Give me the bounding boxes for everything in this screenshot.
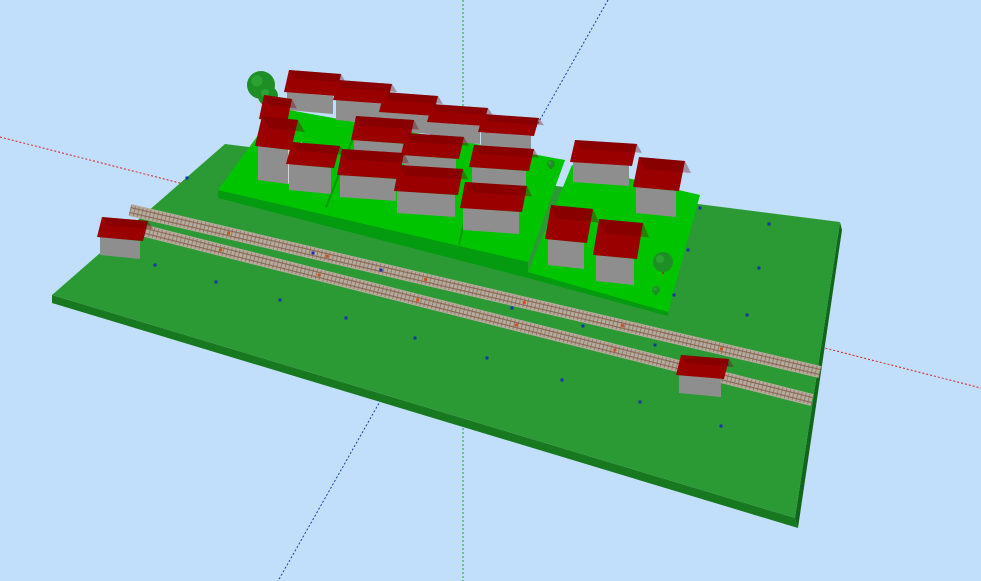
scene-canvas[interactable] — [0, 0, 981, 581]
tree-crown — [652, 286, 660, 294]
placement-marker — [153, 263, 157, 267]
tree-highlight — [251, 75, 263, 87]
track-signal — [514, 323, 518, 327]
track-signal — [613, 348, 617, 352]
placement-marker — [581, 324, 585, 328]
track-signal — [621, 324, 625, 328]
placement-marker — [719, 424, 723, 428]
house-wall — [548, 239, 584, 269]
placement-marker — [278, 298, 282, 302]
placement-marker — [757, 266, 761, 270]
track-signal — [317, 273, 321, 277]
placement-marker — [185, 176, 189, 180]
track-signal — [416, 298, 420, 302]
track-signal — [719, 347, 723, 351]
placement-marker — [344, 316, 348, 320]
placement-marker — [653, 343, 657, 347]
house-wall — [463, 208, 519, 234]
house-wall — [397, 191, 455, 217]
tree-crown — [653, 252, 673, 272]
track-signal — [227, 231, 231, 235]
placement-marker — [560, 378, 564, 382]
placement-marker — [698, 206, 702, 210]
placement-marker — [379, 268, 383, 272]
placement-marker — [413, 336, 417, 340]
placement-marker — [510, 306, 514, 310]
house-wall — [340, 175, 396, 201]
3d-model-viewport[interactable] — [0, 0, 981, 581]
track-signal — [325, 254, 329, 258]
placement-marker — [485, 356, 489, 360]
house-wall — [636, 187, 676, 217]
house-wall — [258, 146, 288, 184]
placement-marker — [767, 222, 771, 226]
track-signal — [219, 248, 223, 252]
placement-marker — [311, 251, 315, 255]
tree-crown — [547, 160, 555, 168]
tree-highlight — [548, 161, 552, 165]
house-wall — [289, 164, 331, 194]
tree-highlight — [653, 287, 657, 291]
placement-marker — [214, 280, 218, 284]
placement-marker — [638, 400, 642, 404]
track-signal — [424, 277, 428, 281]
house-wall — [573, 162, 629, 186]
placement-marker — [672, 293, 676, 297]
placement-marker — [745, 313, 749, 317]
track-signal — [522, 301, 526, 305]
house-wall — [596, 255, 634, 285]
placement-marker — [686, 248, 690, 252]
tree-highlight — [656, 255, 664, 263]
